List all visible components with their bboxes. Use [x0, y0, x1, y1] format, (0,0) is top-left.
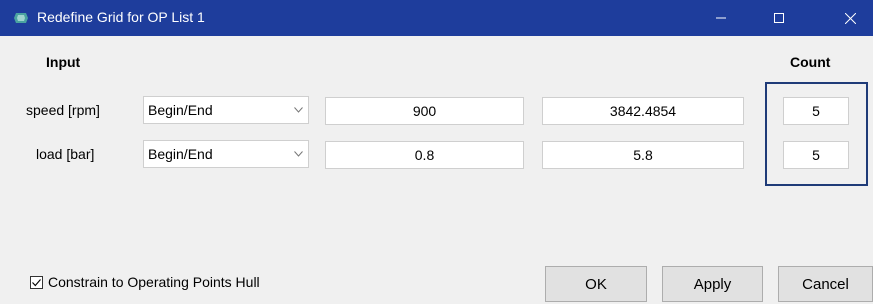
load-end-field[interactable]: 5.8 [542, 141, 744, 169]
close-icon [844, 12, 856, 24]
ok-button[interactable]: OK [545, 266, 647, 302]
constrain-label: Constrain to Operating Points Hull [48, 274, 260, 290]
chevron-down-icon [288, 141, 308, 167]
minimize-icon [716, 13, 726, 23]
constrain-checkbox-row[interactable]: Constrain to Operating Points Hull [30, 274, 260, 290]
constrain-checkbox[interactable] [30, 275, 43, 289]
apply-button[interactable]: Apply [662, 266, 763, 302]
speed-mode-value: Begin/End [148, 102, 213, 118]
speed-end-field[interactable]: 3842.4854 [542, 97, 744, 125]
load-begin-field[interactable]: 0.8 [325, 141, 524, 169]
speed-end-value: 3842.4854 [609, 103, 677, 119]
speed-begin-value: 900 [412, 103, 437, 119]
input-header: Input [46, 54, 81, 70]
title-bar[interactable]: Redefine Grid for OP List 1 [0, 0, 873, 36]
chevron-down-icon [288, 97, 308, 123]
close-button[interactable] [827, 0, 873, 36]
speed-begin-field[interactable]: 900 [325, 97, 524, 125]
minimize-button[interactable] [698, 0, 744, 36]
load-label: load [bar] [36, 146, 95, 162]
count-highlight-box [765, 82, 868, 186]
cancel-button[interactable]: Cancel [778, 266, 873, 302]
load-begin-value: 0.8 [414, 147, 435, 163]
app-icon [13, 10, 29, 26]
load-mode-select[interactable]: Begin/End [143, 140, 309, 168]
load-end-value: 5.8 [633, 147, 653, 163]
count-header: Count [790, 54, 831, 70]
speed-label: speed [rpm] [26, 102, 100, 118]
maximize-icon [774, 13, 784, 23]
checkmark-icon [32, 278, 41, 286]
window-title: Redefine Grid for OP List 1 [37, 9, 205, 25]
load-mode-value: Begin/End [148, 146, 213, 162]
speed-mode-select[interactable]: Begin/End [143, 96, 309, 124]
maximize-button[interactable] [756, 0, 802, 36]
